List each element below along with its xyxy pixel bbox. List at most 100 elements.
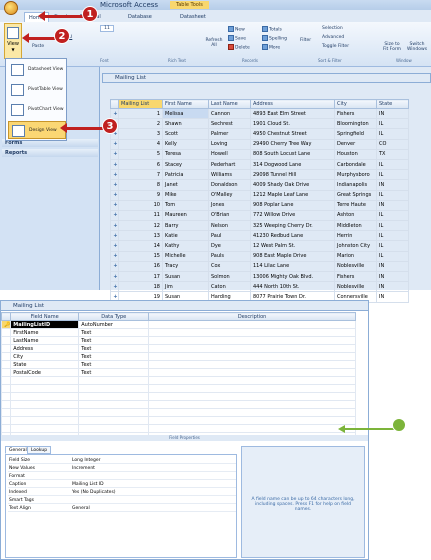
table-row[interactable]: +7 Patricia Williams 29098 Tunnel Hill Murph… (110, 169, 409, 181)
table-cell[interactable]: Indianapolis (334, 179, 377, 191)
table-cell[interactable]: 9 (118, 189, 163, 201)
expand-row-icon[interactable]: + (110, 107, 119, 120)
row-selector[interactable] (0, 344, 12, 353)
table-cell[interactable]: Terre Haute (334, 199, 377, 211)
property-value[interactable]: Mailing List ID (72, 481, 104, 488)
table-cell[interactable]: 29490 Cherry Tree Way (250, 138, 335, 150)
table-cell[interactable]: IN (376, 199, 409, 211)
table-cell[interactable]: 29098 Tunnel Hill (250, 169, 335, 181)
office-button[interactable] (4, 1, 18, 15)
table-cell[interactable]: IL (376, 240, 409, 252)
field-row[interactable]: 🔑 MailingListID AutoNumber (0, 320, 356, 329)
totals-button[interactable]: Totals (262, 26, 282, 33)
table-cell[interactable]: Kathy (162, 240, 209, 252)
table-cell[interactable]: IL (376, 169, 409, 181)
table-cell[interactable]: 4009 Shady Oak Drive (250, 179, 335, 191)
column-header-mailing-list[interactable]: Mailing List (118, 99, 163, 109)
description-cell[interactable] (148, 384, 356, 393)
view-button[interactable]: View ▼ (4, 23, 22, 59)
data-type-cell[interactable] (78, 400, 150, 409)
table-cell[interactable]: IL (376, 158, 409, 171)
table-cell[interactable]: 325 Weeping Cherry Dr. (250, 220, 335, 232)
table-cell[interactable]: Tom (162, 199, 209, 211)
description-cell[interactable] (148, 352, 356, 361)
table-cell[interactable]: IL (376, 128, 409, 140)
advanced-button[interactable]: Advanced (322, 35, 344, 40)
table-cell[interactable]: IN (376, 281, 409, 293)
property-row[interactable]: Field Size Long Integer (8, 457, 236, 464)
table-row[interactable]: +13 Katie Paul 41230 Redbud Lane Herrin IL (110, 230, 409, 242)
table-cell[interactable]: Barry (162, 220, 209, 232)
field-row[interactable] (0, 424, 356, 433)
expand-row-icon[interactable]: + (110, 138, 119, 150)
row-selector[interactable] (0, 376, 12, 385)
table-cell[interactable]: 808 South Locust Lane (250, 148, 335, 160)
field-name-cell[interactable] (10, 416, 80, 425)
expand-row-icon[interactable]: + (110, 240, 119, 252)
description-cell[interactable] (148, 424, 356, 433)
table-cell[interactable]: TX (376, 148, 409, 160)
expand-row-icon[interactable]: + (110, 148, 119, 160)
table-cell[interactable]: 1901 Cloud St. (250, 118, 335, 130)
table-cell[interactable]: Herrin (334, 230, 377, 242)
field-row[interactable]: FirstName Text (0, 328, 356, 337)
table-cell[interactable]: Great Springs (334, 189, 377, 201)
field-row[interactable]: Address Text (0, 344, 356, 353)
description-cell[interactable] (148, 336, 356, 345)
property-row[interactable]: Indexed Yes (No Duplicates) (8, 489, 236, 496)
table-row[interactable]: +18 Jim Caton 444 North 10th St. Noblesville… (110, 281, 409, 293)
table-row[interactable]: +1 Melissa Cannon 4893 East Elm Street Fishe… (110, 107, 409, 120)
table-cell[interactable]: Cox (208, 260, 251, 273)
table-cell[interactable]: Dye (208, 240, 251, 252)
row-selector[interactable] (0, 384, 12, 393)
datasheet-tab-title[interactable]: Mailing List (102, 73, 431, 83)
property-row[interactable]: Caption Mailing List ID (8, 481, 236, 488)
table-cell[interactable]: Bloomington (334, 118, 377, 130)
save-record-button[interactable]: Save (228, 35, 246, 42)
field-name-cell[interactable] (10, 400, 80, 409)
description-cell[interactable] (148, 344, 356, 353)
column-header-city[interactable]: City (334, 99, 377, 109)
table-cell[interactable]: Kelly (162, 138, 209, 150)
table-row[interactable]: +9 Mike O'Malley 1212 Maple Leaf Lane Great … (110, 189, 409, 201)
menu-item-design-view[interactable]: Design View (8, 121, 66, 139)
field-name-cell[interactable] (10, 424, 80, 433)
paste-button[interactable]: Paste (32, 44, 44, 49)
table-cell[interactable]: Solmon (208, 270, 251, 283)
table-cell[interactable]: IN (376, 260, 409, 273)
table-cell[interactable]: CO (376, 138, 409, 150)
primary-key-icon[interactable]: 🔑 (0, 320, 12, 329)
property-row[interactable]: Format (8, 473, 236, 480)
table-cell[interactable]: Sechrest (208, 118, 251, 130)
table-cell[interactable]: Palmer (208, 128, 251, 140)
data-type-cell[interactable]: Text (78, 368, 150, 377)
nav-group-reports[interactable]: Reports (2, 149, 98, 157)
table-row[interactable]: +10 Tom Jones 908 Poplar Lane Terre Haute IN (110, 199, 409, 211)
row-selector[interactable] (0, 328, 12, 337)
table-cell[interactable]: IL (376, 209, 409, 222)
table-cell[interactable]: Mike (162, 189, 209, 201)
row-selector[interactable] (0, 352, 12, 361)
table-cell[interactable]: Paul (208, 230, 251, 242)
property-value[interactable]: Long Integer (72, 457, 101, 464)
data-type-cell[interactable]: Text (78, 336, 150, 345)
new-record-button[interactable]: New (228, 26, 245, 33)
field-name-cell[interactable] (10, 376, 80, 385)
table-cell[interactable]: Tracy (162, 260, 209, 273)
table-cell[interactable]: 41230 Redbud Lane (250, 230, 335, 242)
font-size-select[interactable]: 11 (100, 25, 114, 32)
row-selector[interactable] (0, 408, 12, 417)
description-cell[interactable] (148, 360, 356, 369)
table-row[interactable]: +3 Scott Palmer 4950 Chestnut Street Springf… (110, 128, 409, 140)
table-cell[interactable]: Johnston City (334, 240, 377, 252)
selection-button[interactable]: Selection (322, 26, 343, 31)
table-row[interactable]: +4 Kelly Loving 29490 Cherry Tree Way Denver… (110, 138, 409, 150)
expand-row-icon[interactable]: + (110, 209, 119, 222)
table-cell[interactable]: IL (376, 250, 409, 262)
delete-record-button[interactable]: Delete (228, 44, 250, 51)
row-selector[interactable] (0, 336, 12, 345)
row-selector-header[interactable] (110, 99, 119, 109)
expand-row-icon[interactable]: + (110, 250, 119, 262)
table-row[interactable]: +14 Kathy Dye 12 West Palm St. Johnston City… (110, 240, 409, 252)
expand-row-icon[interactable]: + (110, 169, 119, 181)
